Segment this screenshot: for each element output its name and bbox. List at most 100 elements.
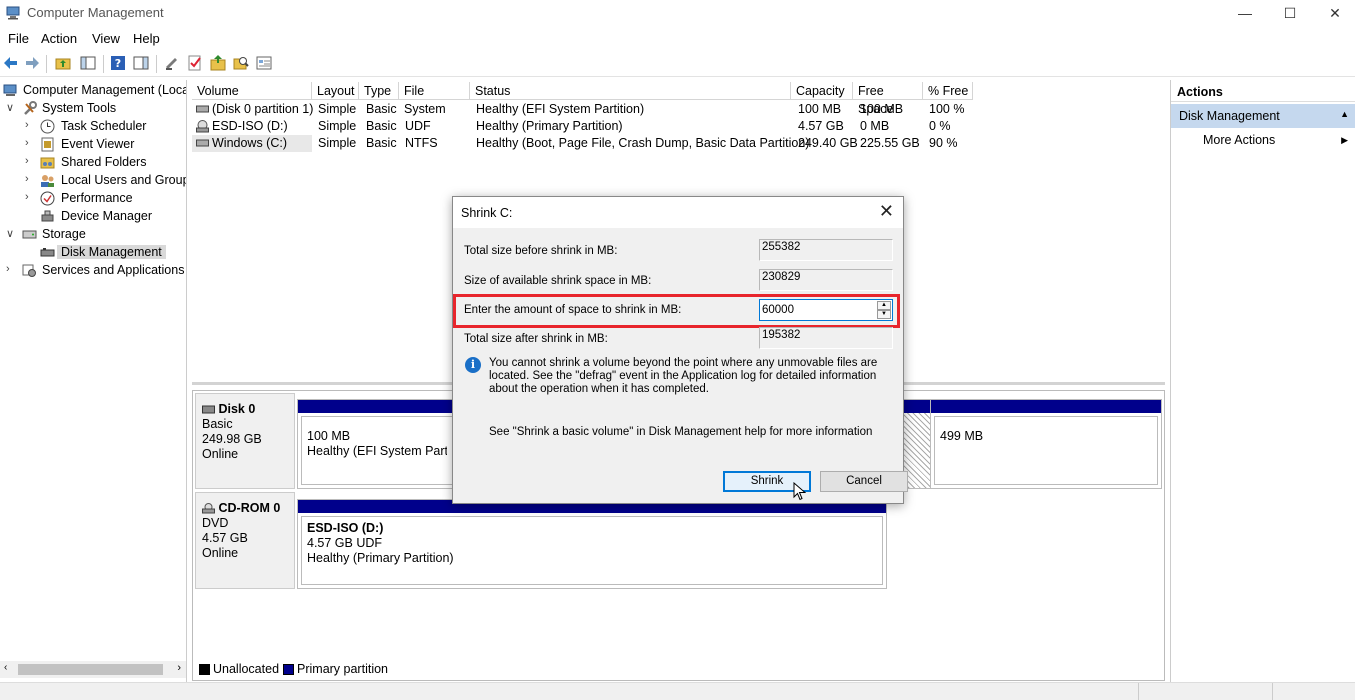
menu-view[interactable]: View xyxy=(92,31,120,46)
chevron-right-icon[interactable]: › xyxy=(6,263,16,275)
actions-pane: Actions Disk Management ▲ More Actions ▶ xyxy=(1170,80,1355,682)
storage-icon xyxy=(22,230,37,239)
scroll-left-icon[interactable]: ‹ xyxy=(4,662,7,673)
minimize-button[interactable]: — xyxy=(1222,0,1268,28)
toolbar-separator xyxy=(156,55,157,73)
cdrom-0-label[interactable]: CD-ROM 0 DVD 4.57 GB Online xyxy=(195,492,295,589)
tree-item-label: Storage xyxy=(42,227,86,241)
disk-type: DVD xyxy=(202,516,229,530)
partition-bar xyxy=(298,400,456,413)
folder-up-icon[interactable] xyxy=(210,55,226,71)
disk-name: CD-ROM 0 xyxy=(218,501,281,515)
shrink-amount-stepper[interactable]: ▲ ▼ xyxy=(759,299,893,321)
tree-item-label: Computer Management (Local xyxy=(23,83,187,97)
menu-file[interactable]: File xyxy=(8,31,29,46)
partition-status: Healthy (Primary Partition) xyxy=(307,551,454,565)
cancel-button[interactable]: Cancel xyxy=(820,471,908,492)
spin-down-icon[interactable]: ▼ xyxy=(877,310,891,319)
cell-layout: Simple xyxy=(318,102,357,116)
menu-action[interactable]: Action xyxy=(41,31,77,46)
search-folder-icon[interactable] xyxy=(233,55,249,71)
cell-percent-free: 90 % xyxy=(929,136,958,150)
column-header-free-space[interactable]: Free Space xyxy=(853,82,923,116)
close-window-button[interactable]: ✕ xyxy=(1312,0,1355,28)
more-actions-item[interactable]: More Actions xyxy=(1203,133,1275,147)
info-text: You cannot shrink a volume beyond the po… xyxy=(489,357,878,395)
partition-recovery[interactable]: 499 MB xyxy=(930,399,1162,489)
chevron-right-icon[interactable]: › xyxy=(25,155,35,167)
title-bar: Computer Management — ☐ ✕ xyxy=(0,0,1355,28)
maximize-button[interactable]: ☐ xyxy=(1267,0,1313,28)
chevron-down-icon[interactable]: ∨ xyxy=(6,101,16,114)
cell-layout: Simple xyxy=(318,119,357,133)
column-header-status[interactable]: Status xyxy=(470,82,791,100)
tree-horizontal-scrollbar[interactable]: ‹ › xyxy=(0,661,186,678)
tree-item-label: Event Viewer xyxy=(61,137,135,151)
column-header-percent-free[interactable]: % Free xyxy=(923,82,973,100)
section-label: Disk Management xyxy=(1179,109,1280,123)
available-space-value: 230829 xyxy=(759,269,893,291)
legend-primary-swatch xyxy=(283,664,294,675)
total-after-value: 195382 xyxy=(759,327,893,349)
menu-help[interactable]: Help xyxy=(133,31,160,46)
column-header-volume[interactable]: Volume xyxy=(192,82,312,100)
shared-folder-icon xyxy=(40,157,55,169)
info-icon: i xyxy=(465,357,481,373)
action-pane-icon[interactable] xyxy=(133,55,149,71)
shrink-amount-input[interactable] xyxy=(762,302,874,318)
tree-item-label: System Tools xyxy=(42,101,117,115)
menu-bar: File Action View Help xyxy=(0,28,1355,50)
show-hide-console-tree-icon[interactable] xyxy=(80,55,96,71)
status-divider xyxy=(1138,683,1139,700)
disk-0-label[interactable]: Disk 0 Basic 249.98 GB Online xyxy=(195,393,295,489)
chevron-down-icon[interactable]: ∨ xyxy=(6,227,16,240)
cd-drive-icon xyxy=(196,120,209,133)
chevron-right-icon[interactable]: › xyxy=(25,137,35,149)
properties-icon[interactable] xyxy=(256,55,272,71)
column-header-type[interactable]: Type xyxy=(359,82,399,100)
partition-size: 499 MB xyxy=(940,429,984,443)
cell-status: Healthy (EFI System Partition) xyxy=(476,102,645,116)
help-icon[interactable]: ? xyxy=(110,55,126,71)
total-before-value: 255382 xyxy=(759,239,893,261)
cell-volume: (Disk 0 partition 1) xyxy=(212,102,314,116)
computer-management-icon xyxy=(3,84,17,96)
console-tree: Computer Management (Local ∨ System Tool… xyxy=(0,80,187,682)
cell-capacity: 249.40 GB xyxy=(798,136,858,150)
connect-icon[interactable] xyxy=(164,55,180,71)
partition-status: Healthy (EFI System Partition xyxy=(307,444,447,458)
partition-efi[interactable]: 100 MB Healthy (EFI System Partition xyxy=(297,399,457,489)
partition-size: 4.57 GB UDF xyxy=(307,536,383,550)
mouse-cursor-icon xyxy=(793,482,806,501)
partition-esd-iso[interactable]: ESD-ISO (D:) 4.57 GB UDF Healthy (Primar… xyxy=(297,499,887,589)
scrollbar-thumb[interactable] xyxy=(18,664,163,675)
disk-state: Online xyxy=(202,447,239,461)
back-arrow-icon[interactable] xyxy=(3,55,19,71)
cell-status: Healthy (Primary Partition) xyxy=(476,119,623,133)
collapse-up-icon[interactable]: ▲ xyxy=(1340,109,1349,119)
partition-bar xyxy=(904,400,930,413)
actions-section-disk-management[interactable]: Disk Management ▲ xyxy=(1171,104,1355,128)
close-icon[interactable]: ✕ xyxy=(879,202,894,220)
chevron-right-icon[interactable]: › xyxy=(25,191,35,203)
chevron-right-icon[interactable]: › xyxy=(25,119,35,131)
partition-size: 100 MB xyxy=(307,429,351,443)
total-after-label: Total size after shrink in MB: xyxy=(464,333,608,345)
spin-up-icon[interactable]: ▲ xyxy=(877,301,891,310)
up-folder-icon[interactable] xyxy=(55,55,71,71)
shrink-amount-label: Enter the amount of space to shrink in M… xyxy=(464,304,682,316)
event-viewer-icon xyxy=(41,137,54,152)
column-header-capacity[interactable]: Capacity xyxy=(791,82,853,100)
legend-unallocated-swatch xyxy=(199,664,210,675)
column-header-file-system[interactable]: File System xyxy=(399,82,470,116)
scroll-right-icon[interactable]: › xyxy=(177,662,181,674)
cell-free-space: 225.55 GB xyxy=(860,136,920,150)
shrink-dialog: Shrink C: ✕ Total size before shrink in … xyxy=(452,196,908,504)
chevron-right-icon[interactable]: › xyxy=(25,173,35,185)
disk-management-icon xyxy=(40,248,55,257)
column-header-layout[interactable]: Layout xyxy=(312,82,359,100)
more-actions-label: More Actions xyxy=(1203,133,1276,147)
forward-arrow-icon[interactable] xyxy=(24,55,40,71)
volume-icon xyxy=(196,105,209,113)
check-icon[interactable] xyxy=(187,55,203,71)
